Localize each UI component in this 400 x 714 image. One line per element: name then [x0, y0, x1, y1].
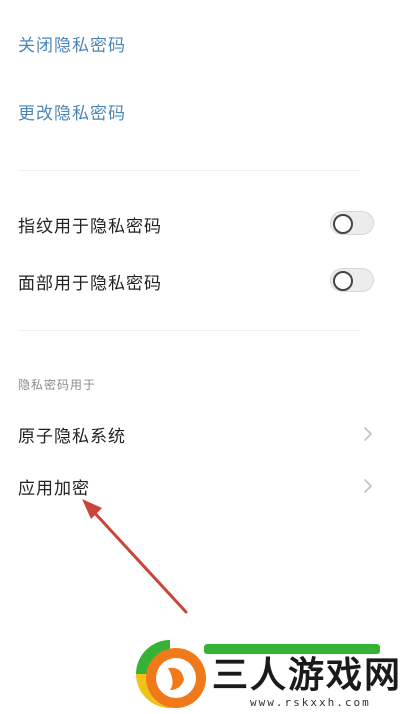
site-watermark: 三人游戏网 www.rskxxh.com	[124, 618, 400, 714]
divider	[18, 330, 360, 331]
chevron-right-icon	[364, 427, 372, 441]
face-setting-row[interactable]: 面部用于隐私密码	[0, 257, 400, 305]
privacy-password-settings-screen: 关闭隐私密码 更改隐私密码 指纹用于隐私密码 面部用于隐私密码 隐私密码用于 原…	[0, 0, 400, 714]
watermark-logo-icon	[136, 640, 206, 708]
fingerprint-setting-label: 指纹用于隐私密码	[18, 217, 162, 237]
list-item-label: 应用加密	[18, 479, 90, 499]
watermark-title: 三人游戏网	[212, 655, 400, 696]
list-item-app-encryption[interactable]: 应用加密	[0, 462, 400, 510]
face-toggle[interactable]	[330, 268, 374, 292]
list-item-atomic-privacy-system[interactable]: 原子隐私系统	[0, 410, 400, 458]
change-privacy-password-link[interactable]: 更改隐私密码	[18, 99, 126, 124]
toggle-knob	[333, 214, 353, 234]
fingerprint-toggle[interactable]	[330, 211, 374, 235]
list-item-label: 原子隐私系统	[18, 427, 126, 447]
close-privacy-password-link[interactable]: 关闭隐私密码	[18, 31, 126, 56]
watermark-url: www.rskxxh.com	[250, 696, 371, 709]
fingerprint-setting-row[interactable]: 指纹用于隐私密码	[0, 200, 400, 248]
divider	[18, 170, 360, 171]
face-setting-label: 面部用于隐私密码	[18, 274, 162, 294]
toggle-knob	[333, 271, 353, 291]
chevron-right-icon	[364, 479, 372, 493]
usage-section-header: 隐私密码用于	[18, 378, 97, 392]
